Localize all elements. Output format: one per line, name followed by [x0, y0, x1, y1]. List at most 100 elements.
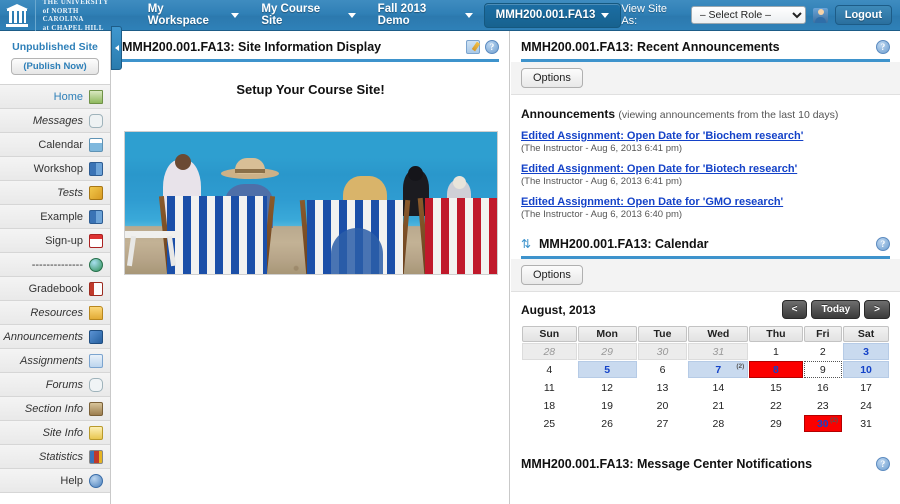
calendar-day-cell[interactable]: 25	[522, 415, 577, 432]
sidebar-item-sign-up[interactable]: Sign-up	[0, 229, 110, 253]
calendar-day-cell[interactable]: 5	[577, 361, 637, 378]
calendar-day-cell[interactable]: 14	[688, 379, 748, 396]
calendar-day-cell[interactable]: 19	[578, 397, 637, 414]
refresh-icon[interactable]: ⇅	[521, 238, 533, 250]
university-wordmark: THE UNIVERSITY of NORTH CAROLINA at CHAP…	[34, 0, 121, 32]
calendar-day-cell[interactable]: 8	[749, 361, 803, 378]
calendar-day-cell[interactable]: 20	[638, 397, 688, 414]
tab-fall-2013-demo[interactable]: Fall 2013 Demo	[367, 3, 484, 28]
logout-button[interactable]: Logout	[834, 5, 892, 25]
sidebar-item-section-info[interactable]: Section Info	[0, 397, 110, 421]
sidebar-item-forums[interactable]: Forums	[0, 373, 110, 397]
calendar-day-cell[interactable]: 30 (2)	[803, 415, 843, 432]
calendar-day-cell[interactable]: 31	[843, 415, 889, 432]
calendar-day-cell[interactable]: 28	[522, 343, 577, 360]
calendar-day-cell[interactable]: 23	[804, 397, 843, 414]
tab-my-workspace[interactable]: My Workspace	[137, 3, 251, 28]
book-icon	[89, 161, 103, 176]
section-info-icon	[89, 401, 103, 416]
announcement-link[interactable]: Edited Assignment: Open Date for 'GMO re…	[521, 196, 890, 208]
calendar-weekday-mon: Mon	[577, 326, 637, 342]
calendar-day-cell[interactable]: 2	[804, 343, 843, 360]
sidebar-item-statistics[interactable]: Statistics	[0, 445, 110, 469]
sidebar-item-example[interactable]: Example	[0, 205, 110, 229]
calendar-day-cell[interactable]: 24	[843, 397, 889, 414]
calendar-day-number: 16	[816, 381, 829, 394]
calendar-today-button[interactable]: Today	[811, 300, 861, 319]
calendar-day-cell[interactable]: 9	[803, 361, 843, 378]
folder-icon	[89, 305, 103, 320]
calendar-day-cell[interactable]: 18	[522, 397, 577, 414]
select-role-dropdown[interactable]: – Select Role –	[690, 6, 807, 24]
calendar-day-cell[interactable]: 1	[749, 343, 802, 360]
calendar-day-number: 30	[656, 345, 669, 358]
sidebar-item-calendar[interactable]: Calendar	[0, 133, 110, 157]
sidebar-item-label: Section Info	[24, 402, 83, 415]
calendar-day-cell[interactable]: 21	[688, 397, 748, 414]
announcements-list: Edited Assignment: Open Date for 'Bioche…	[521, 130, 890, 220]
calendar-day-number: 28	[543, 345, 556, 358]
publish-now-button[interactable]: (Publish Now)	[11, 57, 99, 75]
calendar-day-cell[interactable]: 3	[843, 343, 889, 360]
gradebook-icon	[89, 281, 103, 296]
calendar-day-cell[interactable]: 22	[749, 397, 802, 414]
sidebar-item-gradebook[interactable]: Gradebook	[0, 277, 110, 301]
sidebar-item-[interactable]: --------------	[0, 253, 110, 277]
top-navigation-bar: THE UNIVERSITY of NORTH CAROLINA at CHAP…	[0, 0, 900, 32]
calendar-day-cell[interactable]: 11	[522, 379, 577, 396]
sidebar-item-label: Assignments	[20, 354, 83, 367]
announcements-options-bar: Options	[511, 62, 900, 95]
announcements-options-button[interactable]: Options	[521, 68, 583, 88]
calendar-day-number: 6	[659, 363, 666, 376]
sidebar-item-help[interactable]: Help	[0, 469, 110, 493]
sidebar-collapse-handle[interactable]	[111, 26, 122, 70]
calendar-day-cell[interactable]: 12	[578, 379, 637, 396]
calendar-day-cell[interactable]: 26	[578, 415, 637, 432]
sidebar-item-announcements[interactable]: Announcements	[0, 325, 110, 349]
sidebar-item-assignments[interactable]: Assignments	[0, 349, 110, 373]
calendar-prev-button[interactable]: <	[781, 300, 808, 319]
chevron-down-icon	[347, 12, 356, 18]
tab-my-course-site[interactable]: My Course Site	[250, 3, 366, 28]
forums-icon	[89, 377, 103, 392]
sidebar-item-resources[interactable]: Resources	[0, 301, 110, 325]
unc-logo[interactable]: THE UNIVERSITY of NORTH CAROLINA at CHAP…	[0, 0, 121, 32]
calendar-portlet-header: ⇅ MMH200.001.FA13: Calendar ?	[511, 229, 900, 256]
help-icon[interactable]: ?	[876, 40, 890, 54]
calendar-next-button[interactable]: >	[864, 300, 890, 319]
calendar-day-cell[interactable]: 6	[638, 361, 688, 378]
calendar-day-number: 30	[816, 417, 829, 430]
calendar-options-button[interactable]: Options	[521, 265, 583, 285]
announcement-link[interactable]: Edited Assignment: Open Date for 'Bioche…	[521, 130, 890, 142]
calendar-day-cell[interactable]: 4	[522, 361, 577, 378]
sidebar-item-messages[interactable]: Messages	[0, 109, 110, 133]
calendar-day-cell[interactable]: 16	[804, 379, 843, 396]
help-icon[interactable]: ?	[876, 237, 890, 251]
calendar-day-cell[interactable]: 17	[843, 379, 889, 396]
calendar-day-cell[interactable]: 28	[688, 415, 748, 432]
sidebar-item-label: Messages	[32, 114, 83, 127]
tab-mmh200-active[interactable]: MMH200.001.FA13	[483, 2, 622, 28]
unc-seal-icon	[6, 3, 28, 27]
calendar-day-cell[interactable]: 31	[688, 343, 749, 360]
sidebar-item-site-info[interactable]: Site Info	[0, 421, 110, 445]
calendar-day-number: 13	[656, 381, 669, 394]
help-icon[interactable]: ?	[485, 40, 499, 54]
calendar-weekday-wed: Wed	[688, 326, 749, 342]
calendar-day-cell[interactable]: 29	[577, 343, 637, 360]
help-icon[interactable]: ?	[876, 457, 890, 471]
calendar-day-cell[interactable]: 30	[637, 343, 688, 360]
sidebar-item-workshop[interactable]: Workshop	[0, 157, 110, 181]
calendar-day-cell[interactable]: 15	[749, 379, 802, 396]
calendar-day-cell[interactable]: 13	[638, 379, 688, 396]
sidebar-item-home[interactable]: Home	[0, 85, 110, 109]
calendar-day-cell[interactable]: 27	[638, 415, 688, 432]
announcement-meta: (The Instructor - Aug 6, 2013 6:40 pm)	[521, 209, 683, 220]
user-avatar-icon[interactable]	[813, 7, 828, 23]
announcement-link[interactable]: Edited Assignment: Open Date for 'Biotec…	[521, 163, 890, 175]
edit-icon[interactable]	[466, 40, 480, 54]
calendar-day-cell[interactable]: 7 (2)	[688, 361, 749, 378]
sidebar-item-tests[interactable]: Tests	[0, 181, 110, 205]
calendar-day-cell[interactable]: 10	[843, 361, 889, 378]
calendar-day-cell[interactable]: 29	[749, 415, 802, 432]
